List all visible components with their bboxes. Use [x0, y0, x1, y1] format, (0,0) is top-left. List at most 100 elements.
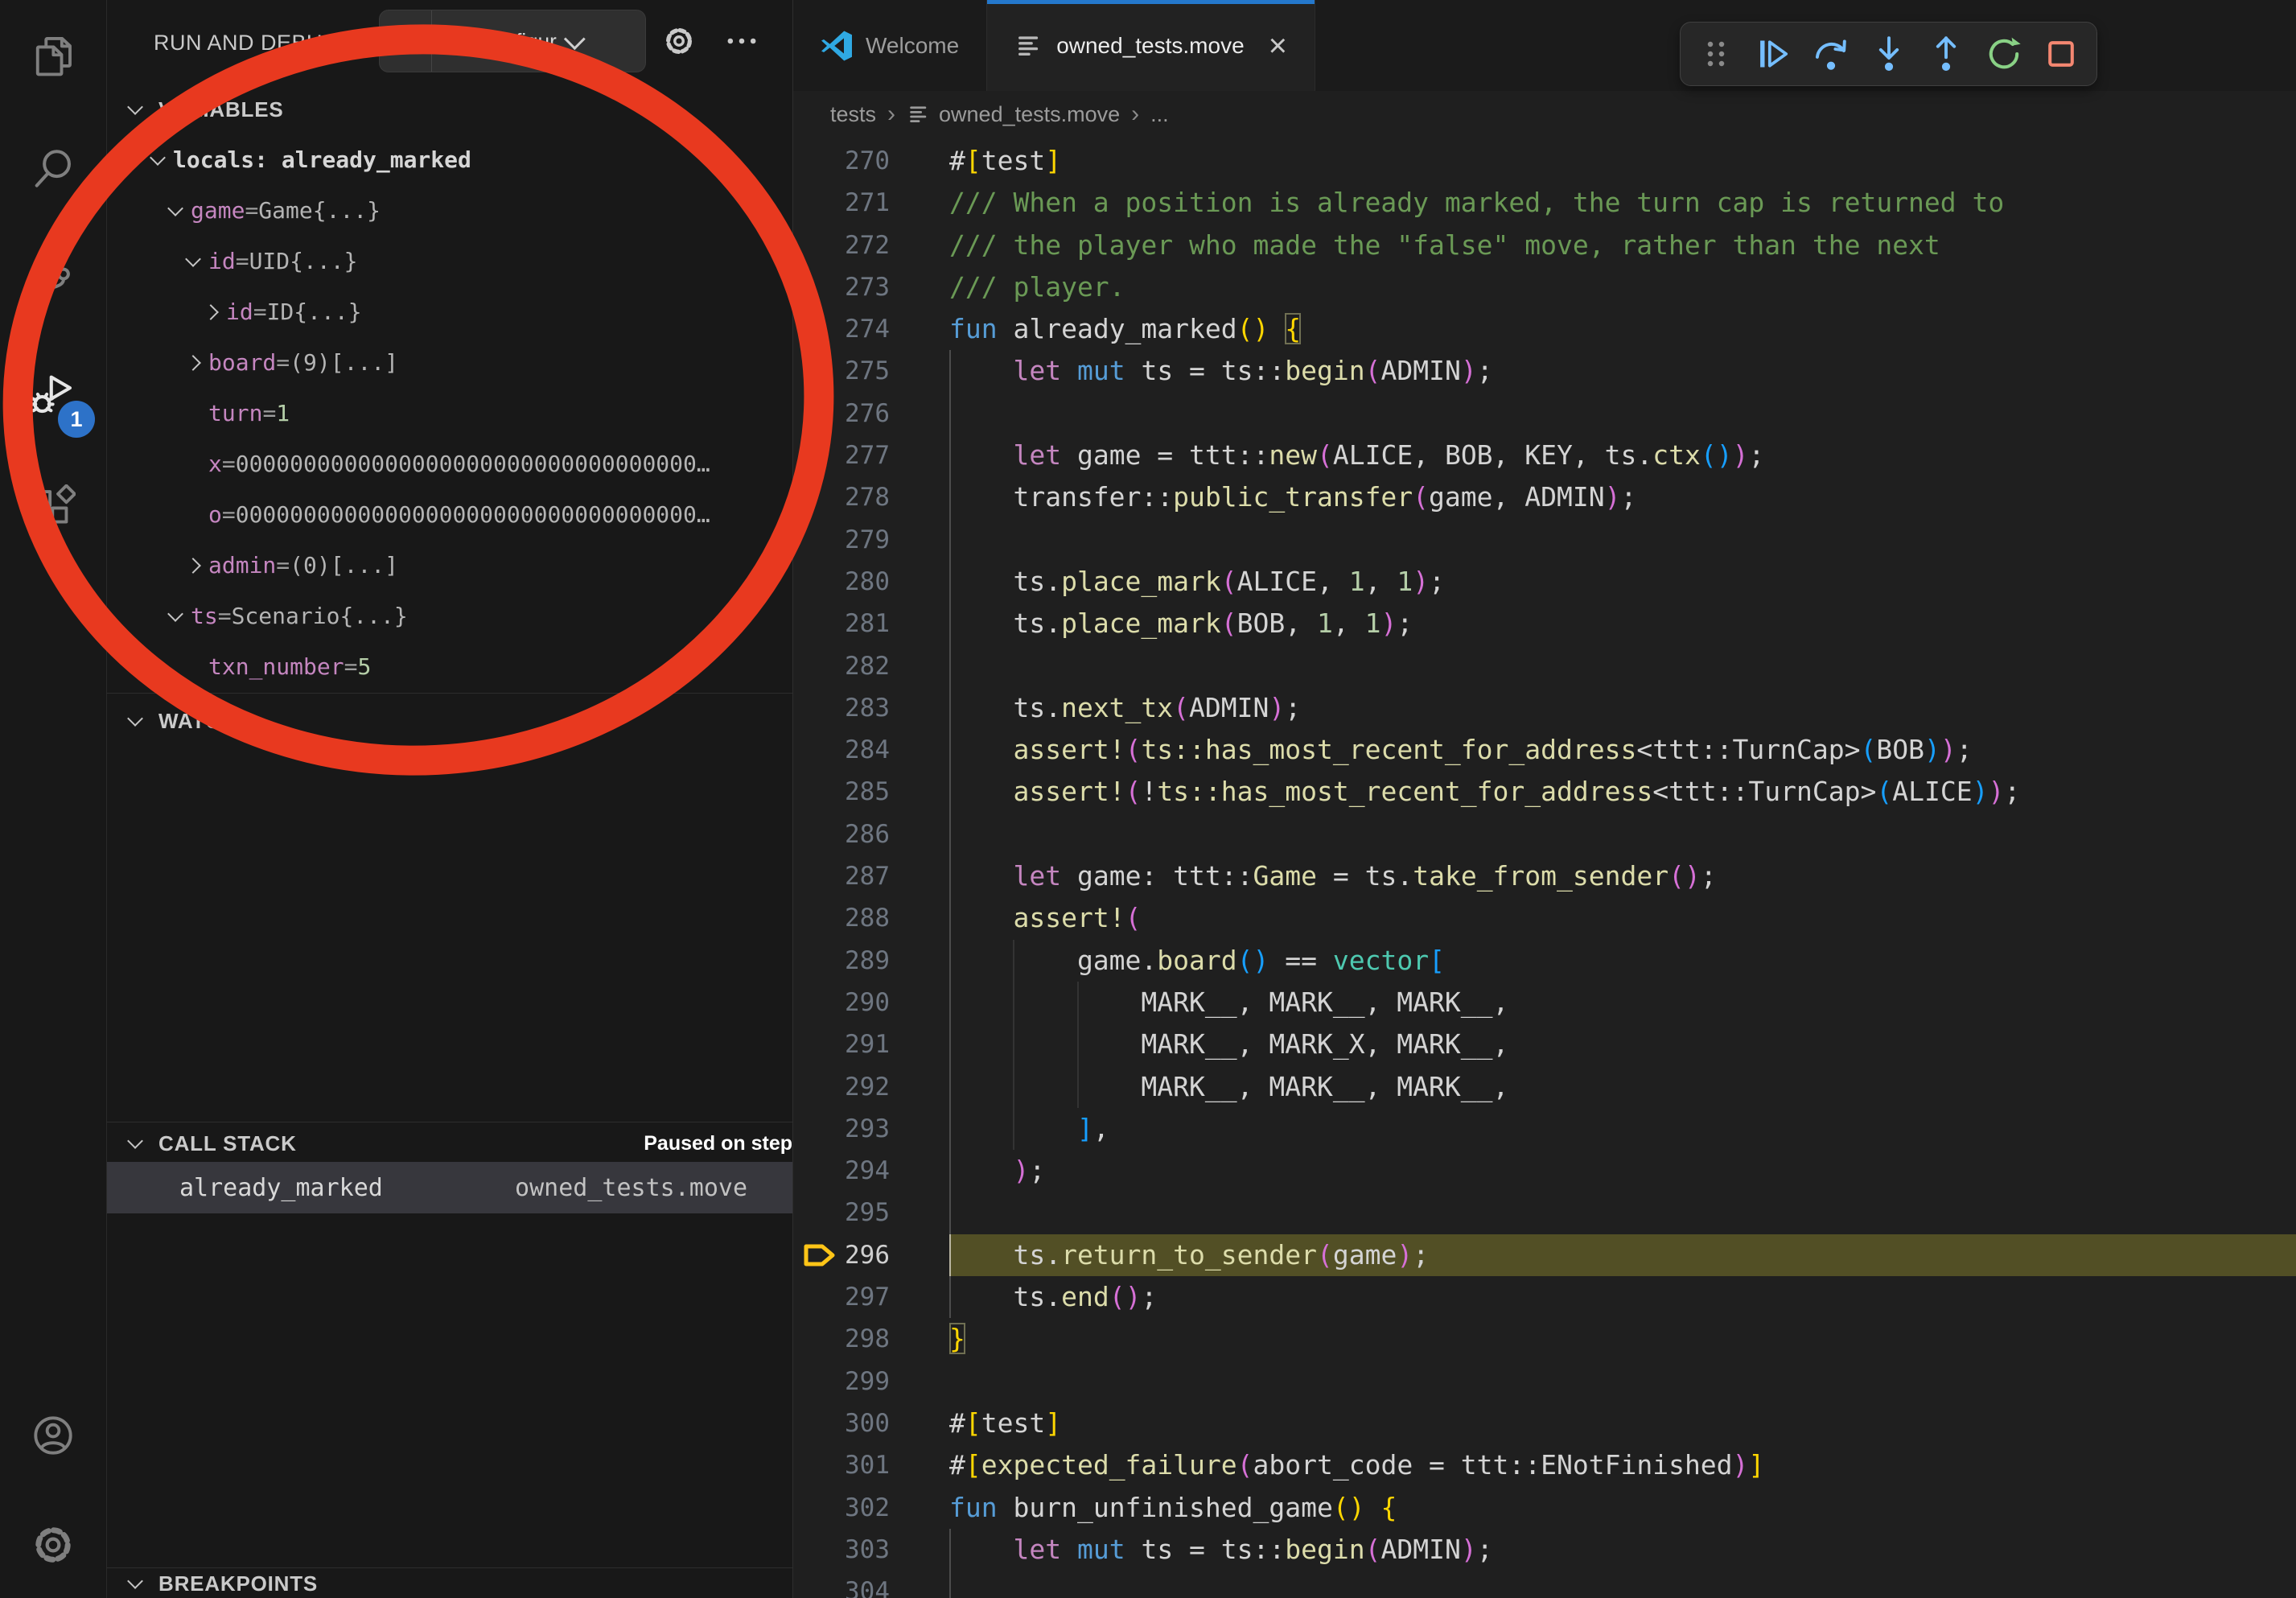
- line-content: ts.place_mark(BOB, 1, 1);: [890, 603, 2296, 645]
- account-button[interactable]: [0, 1379, 106, 1492]
- code-line[interactable]: 286: [793, 813, 2296, 855]
- code-line[interactable]: 281 ts.place_mark(BOB, 1, 1);: [793, 603, 2296, 645]
- code-line[interactable]: 294 );: [793, 1150, 2296, 1192]
- variable-row[interactable]: game = Game{...}: [107, 185, 792, 236]
- code-line[interactable]: 302fun burn_unfinished_game() {: [793, 1487, 2296, 1529]
- code-line[interactable]: 270#[test]: [793, 140, 2296, 182]
- variable-row[interactable]: admin = (0)[...]: [107, 540, 792, 591]
- code-line[interactable]: 279: [793, 519, 2296, 561]
- start-debug-button[interactable]: [380, 10, 432, 72]
- variable-text: =: [262, 400, 276, 426]
- config-dropdown[interactable]: No Configur: [445, 29, 557, 54]
- variable-text: (9)[...]: [290, 349, 398, 376]
- toolbar-drag-handle[interactable]: [1693, 31, 1738, 76]
- code-line[interactable]: 293 ],: [793, 1108, 2296, 1150]
- variable-row[interactable]: txn_number = 5: [107, 641, 792, 692]
- code-line[interactable]: 289 game.board() == vector[: [793, 940, 2296, 982]
- code-line[interactable]: 291 MARK__, MARK_X, MARK__,: [793, 1023, 2296, 1065]
- variable-row[interactable]: o = 0000000000000000000000000000000000…: [107, 489, 792, 540]
- launch-config-bar[interactable]: No Configur: [379, 10, 646, 72]
- code-line[interactable]: 283 ts.next_tx(ADMIN);: [793, 687, 2296, 729]
- code-line[interactable]: 300#[test]: [793, 1402, 2296, 1444]
- code-line[interactable]: 285 assert!(!ts::has_most_recent_for_add…: [793, 771, 2296, 813]
- line-number: 277: [793, 435, 890, 476]
- sidebar-item-run-and-debug[interactable]: 1: [0, 338, 106, 451]
- code-line[interactable]: 277 let game = ttt::new(ALICE, BOB, KEY,…: [793, 435, 2296, 476]
- code-line[interactable]: 275 let mut ts = ts::begin(ADMIN);: [793, 350, 2296, 392]
- variable-row[interactable]: ts = Scenario{...}: [107, 591, 792, 641]
- code-line[interactable]: 299: [793, 1361, 2296, 1402]
- code-line[interactable]: 297 ts.end();: [793, 1276, 2296, 1318]
- code-line[interactable]: 298}: [793, 1318, 2296, 1360]
- close-tab-icon[interactable]: ×: [1269, 30, 1287, 62]
- code-line[interactable]: 295: [793, 1192, 2296, 1234]
- variable-text: =: [276, 349, 290, 376]
- line-number: 273: [793, 266, 890, 308]
- code-lines[interactable]: 270#[test]271/// When a position is alre…: [793, 140, 2296, 1598]
- breadcrumb-item[interactable]: owned_tests.move: [939, 102, 1120, 127]
- variable-row[interactable]: locals: already_marked: [107, 134, 792, 185]
- continue-button[interactable]: [1751, 31, 1796, 76]
- indent-guide: [949, 476, 951, 518]
- code-line[interactable]: 292 MARK__, MARK__, MARK__,: [793, 1066, 2296, 1108]
- variable-row[interactable]: id = UID{...}: [107, 236, 792, 286]
- variable-row[interactable]: x = 0000000000000000000000000000000000…: [107, 439, 792, 489]
- code-line[interactable]: 284 assert!(ts::has_most_recent_for_addr…: [793, 729, 2296, 771]
- code-line[interactable]: 276: [793, 393, 2296, 435]
- stop-button[interactable]: [2039, 31, 2084, 76]
- code-line[interactable]: 303 let mut ts = ts::begin(ADMIN);: [793, 1529, 2296, 1571]
- variable-text: ts: [191, 603, 218, 629]
- indent-guide: [949, 982, 951, 1023]
- breadcrumb-item[interactable]: ...: [1150, 102, 1169, 127]
- line-number: 272: [793, 224, 890, 266]
- sidebar-item-explorer[interactable]: [0, 0, 106, 113]
- variable-text: =: [253, 299, 267, 325]
- sidebar-item-source-control[interactable]: [0, 225, 106, 338]
- debug-settings-gear-icon[interactable]: [662, 24, 696, 58]
- tab-owned-tests[interactable]: owned_tests.move ×: [987, 0, 1315, 91]
- stack-frame-row[interactable]: already_marked owned_tests.move: [107, 1162, 792, 1213]
- current-code-line[interactable]: 296 ts.return_to_sender(game);: [793, 1234, 2296, 1276]
- variable-row[interactable]: turn = 1: [107, 388, 792, 439]
- code-line[interactable]: 273/// player.: [793, 266, 2296, 308]
- step-over-button[interactable]: [1808, 31, 1854, 76]
- breakpoints-section-header[interactable]: BREAKPOINTS: [107, 1569, 792, 1598]
- code-line[interactable]: 274fun already_marked() {: [793, 308, 2296, 350]
- code-line[interactable]: 290 MARK__, MARK__, MARK__,: [793, 982, 2296, 1023]
- variables-section-header[interactable]: VARIABLES: [107, 89, 792, 130]
- sidebar-item-search[interactable]: [0, 113, 106, 225]
- variables-header-label: VARIABLES: [158, 97, 284, 122]
- tab-welcome[interactable]: Welcome: [793, 0, 987, 91]
- breadcrumb-item[interactable]: tests: [830, 102, 876, 127]
- chevron-down-icon: [179, 247, 208, 276]
- line-content: let mut ts = ts::begin(ADMIN);: [890, 1529, 2296, 1571]
- manage-button[interactable]: [0, 1489, 106, 1598]
- code-line[interactable]: 301#[expected_failure(abort_code = ttt::…: [793, 1444, 2296, 1486]
- code-line[interactable]: 278 transfer::public_transfer(game, ADMI…: [793, 476, 2296, 518]
- variable-text: o: [208, 501, 222, 528]
- code-line[interactable]: 280 ts.place_mark(ALICE, 1, 1);: [793, 561, 2296, 603]
- variable-row[interactable]: board = (9)[...]: [107, 337, 792, 388]
- more-actions-icon[interactable]: [725, 27, 759, 55]
- variable-row[interactable]: id = ID{...}: [107, 286, 792, 337]
- step-out-button[interactable]: [1924, 31, 1969, 76]
- code-line[interactable]: 288 assert!(: [793, 897, 2296, 939]
- section-divider: [107, 693, 792, 694]
- sidebar-item-extensions[interactable]: [0, 451, 106, 563]
- variable-text: 5: [357, 653, 371, 680]
- step-into-button[interactable]: [1866, 31, 1911, 76]
- code-line[interactable]: 271/// When a position is already marked…: [793, 182, 2296, 224]
- chevron-down-icon: [162, 196, 191, 225]
- indent-guide: [949, 435, 951, 476]
- code-line[interactable]: 282: [793, 645, 2296, 687]
- restart-button[interactable]: [1981, 31, 2026, 76]
- call-stack-section-header[interactable]: CALL STACK Paused on step: [107, 1125, 821, 1162]
- code-line[interactable]: 272/// the player who made the "false" m…: [793, 224, 2296, 266]
- code-line[interactable]: 304: [793, 1571, 2296, 1598]
- paused-status-badge: Paused on step: [644, 1132, 792, 1155]
- code-line[interactable]: 287 let game: ttt::Game = ts.take_from_s…: [793, 855, 2296, 897]
- editor-group: Welcome owned_tests.move ×: [793, 0, 2296, 1598]
- variable-text: txn_number: [208, 653, 344, 680]
- watch-section-header[interactable]: WATCH: [107, 698, 792, 743]
- line-number: 279: [793, 519, 890, 561]
